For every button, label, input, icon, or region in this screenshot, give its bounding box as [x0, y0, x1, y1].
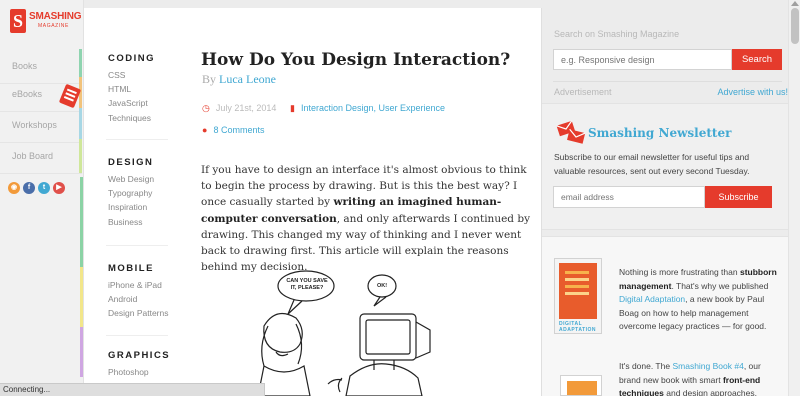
promo-digital-adaptation: Nothing is more frustrating than stubbor… [619, 266, 784, 334]
category-link-typography[interactable]: Typography [108, 186, 154, 200]
nav-item-job-board[interactable]: Job Board [0, 139, 82, 174]
comment-icon: ● [202, 125, 208, 135]
tags-link[interactable]: Interaction Design, User Experience [301, 103, 445, 113]
category-link-html[interactable]: HTML [108, 82, 155, 96]
category-link-inspiration[interactable]: Inspiration [108, 200, 154, 214]
speech-bubble-text-1: CAN YOU SAVE IT, PLEASE? [286, 278, 328, 291]
logo-word-smashing: SMASHING [29, 11, 82, 22]
author-link[interactable]: Luca Leone [219, 72, 276, 86]
category-heading: CODING [108, 53, 155, 64]
article-intro: If you have to design an interface it's … [201, 162, 533, 275]
envelope-icon [556, 120, 586, 144]
search-label: Search on Smashing Magazine [554, 29, 680, 39]
category-graphics: GRAPHICS Photoshop [108, 350, 170, 379]
article-tags: ▮ Interaction Design, User Experience [290, 103, 445, 114]
promo-text: It's done. The [619, 361, 671, 371]
search-button[interactable]: Search [732, 49, 782, 70]
nav-item-label: Books [12, 61, 38, 71]
date-text: July 21st, 2014 [215, 103, 277, 113]
category-link-iphone-ipad[interactable]: iPhone & iPad [108, 278, 168, 292]
book-cover-art [559, 263, 597, 319]
nav-color-strip [79, 77, 82, 111]
promo-smashing-book: It's done. The Smashing Book #4, our bra… [619, 360, 784, 396]
nav-item-label: Workshops [12, 120, 57, 130]
smashing-logo[interactable]: S SMASHING MAGAZINE [10, 9, 82, 43]
promo-text: Nothing is more frustrating than [619, 267, 738, 277]
category-link-javascript[interactable]: JavaScript [108, 96, 155, 110]
category-link-design-patterns[interactable]: Design Patterns [108, 306, 168, 320]
category-menu: CODING CSS HTML JavaScript Techniques DE… [84, 8, 184, 396]
scroll-up-icon[interactable] [791, 1, 799, 6]
article-date: ◷ July 21st, 2014 [202, 103, 276, 114]
nav-color-strip [79, 108, 82, 142]
digital-adaptation-book-cover[interactable]: DIGITAL ADAPTATION [554, 258, 602, 334]
bookmark-icon: ▮ [290, 103, 295, 113]
subscribe-button[interactable]: Subscribe [705, 186, 772, 208]
newsletter-description: Subscribe to our email newsletter for us… [554, 152, 750, 176]
email-field[interactable] [553, 186, 705, 208]
newsletter-title: Smashing Newsletter [588, 126, 732, 140]
nav-item-workshops[interactable]: Workshops [0, 108, 82, 143]
category-link-photoshop[interactable]: Photoshop [108, 365, 170, 379]
category-heading: MOBILE [108, 263, 154, 274]
scrollbar-thumb[interactable] [791, 8, 799, 44]
comments-link[interactable]: 8 Comments [213, 125, 264, 135]
rss-icon[interactable]: ◉ [8, 182, 20, 194]
logo-word-magazine: MAGAZINE [38, 23, 69, 29]
article-comments: ● 8 Comments [202, 125, 264, 135]
nav-item-label: Job Board [12, 151, 54, 161]
right-sidebar: Search on Smashing Magazine Search Adver… [542, 8, 788, 396]
search-input[interactable] [553, 49, 732, 70]
promo-text: and design approaches. [666, 388, 757, 396]
category-coding: CODING CSS HTML JavaScript Techniques [108, 53, 155, 125]
category-link-business[interactable]: Business [108, 215, 154, 229]
smashing-book-link[interactable]: Smashing Book #4 [672, 361, 743, 371]
category-link-web-design[interactable]: Web Design [108, 172, 154, 186]
book-cover-title: DIGITAL ADAPTATION [559, 321, 597, 333]
advertise-link[interactable]: Advertise with us! [717, 87, 788, 97]
category-mobile: MOBILE iPhone & iPad Android Design Patt… [108, 263, 168, 321]
nav-item-label: eBooks [12, 89, 43, 99]
divider [106, 139, 168, 140]
byline-prefix: By [202, 72, 217, 86]
logo-mark-icon: S [10, 9, 26, 33]
category-color-strip [80, 177, 83, 377]
twitter-icon[interactable]: t [38, 182, 50, 194]
category-heading: DESIGN [108, 157, 154, 168]
category-heading: GRAPHICS [108, 350, 171, 361]
article: How Do You Design Interaction? By Luca L… [184, 8, 542, 396]
divider [106, 335, 168, 336]
category-link-android[interactable]: Android [108, 292, 168, 306]
article-byline: By Luca Leone [202, 72, 276, 87]
promo-text: . That's why we published [671, 280, 769, 291]
social-links: ◉ f t ▶ [8, 182, 65, 194]
page-scrollbar[interactable] [788, 0, 800, 396]
divider [106, 245, 168, 246]
clock-icon: ◷ [202, 103, 210, 113]
left-navigation: S SMASHING MAGAZINE Books eBooks Worksho… [0, 0, 84, 396]
divider [553, 81, 782, 82]
category-design: DESIGN Web Design Typography Inspiration… [108, 157, 154, 229]
nav-color-strip [79, 139, 82, 173]
speech-bubble-text-2: OK! [376, 283, 388, 289]
youtube-icon[interactable]: ▶ [53, 182, 65, 194]
browser-status-bar: Connecting... [0, 383, 265, 396]
category-link-css[interactable]: CSS [108, 68, 155, 82]
advertisement-label: Advertisement [554, 87, 612, 97]
smashing-book-cover[interactable] [560, 375, 602, 396]
digital-adaptation-link[interactable]: Digital Adaptation [619, 294, 685, 304]
article-title[interactable]: How Do You Design Interaction? [201, 50, 510, 70]
category-link-techniques[interactable]: Techniques [108, 111, 155, 125]
facebook-icon[interactable]: f [23, 182, 35, 194]
article-illustration: CAN YOU SAVE IT, PLEASE? OK! [254, 266, 484, 396]
